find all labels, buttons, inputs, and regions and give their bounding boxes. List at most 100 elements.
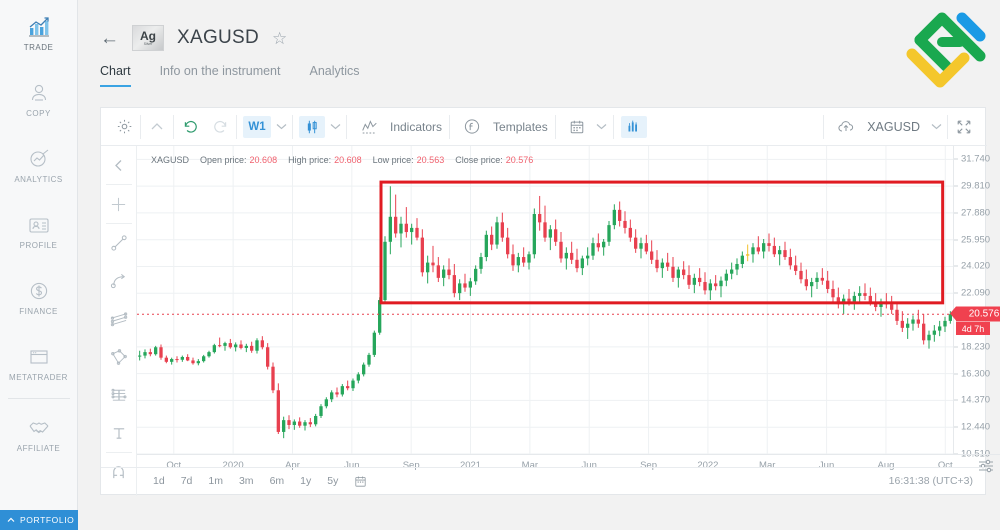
ohlc-open-label: Open price: bbox=[200, 155, 247, 165]
candlestick-plot[interactable] bbox=[137, 146, 953, 454]
toolbar-divider bbox=[449, 114, 451, 139]
portfolio-label: PORTFOLIO bbox=[20, 515, 75, 525]
price-tick-dash bbox=[954, 265, 958, 267]
star-outline-icon[interactable]: ☆ bbox=[272, 30, 287, 47]
ohlc-close-label: Close price: bbox=[455, 155, 503, 165]
sidebar-item-analytics[interactable]: ANALYTICS bbox=[0, 132, 78, 198]
range-option-1m[interactable]: 1m bbox=[200, 475, 231, 487]
ohlc-close: Close price: 20.576 bbox=[455, 155, 533, 165]
chart-panel: W1 Indicators Templates XAGUSD XAGUSD Op… bbox=[100, 107, 1000, 496]
sidebar-item-profile[interactable]: PROFILE bbox=[0, 198, 78, 264]
text-tool-icon[interactable] bbox=[101, 414, 137, 452]
sidebar-item-trade[interactable]: TRADE bbox=[0, 0, 78, 66]
price-tick-label: 22.090 bbox=[961, 287, 991, 299]
ohlc-low-value: 20.563 bbox=[416, 155, 445, 165]
tab-analytics[interactable]: Analytics bbox=[309, 64, 359, 87]
price-tick-label: 18.230 bbox=[961, 341, 991, 353]
main-sidebar: TRADE COPY ANALYTICS PROFILE FINANCE MET… bbox=[0, 0, 78, 530]
trading-platform-window: TRADE COPY ANALYTICS PROFILE FINANCE MET… bbox=[0, 0, 1000, 530]
sidebar-item-affiliate[interactable]: AFFILIATE bbox=[0, 401, 78, 467]
curve-arc-icon[interactable] bbox=[101, 262, 137, 300]
toolbar-divider bbox=[140, 114, 141, 139]
tab-info-on-the-instrument[interactable]: Info on the instrument bbox=[160, 64, 281, 87]
price-tick-dash bbox=[954, 346, 958, 348]
sidebar-divider bbox=[7, 398, 70, 399]
fibonacci-icon[interactable] bbox=[101, 376, 137, 414]
timeframe-selector[interactable]: W1 bbox=[243, 115, 271, 138]
chart-type-selector[interactable] bbox=[299, 115, 325, 138]
range-option-7d[interactable]: 7d bbox=[173, 475, 201, 487]
toolbar-right-group: XAGUSD bbox=[822, 114, 987, 140]
arrow-left-icon[interactable]: ← bbox=[100, 29, 119, 48]
price-tick-dash bbox=[954, 399, 958, 401]
ohlc-high: High price: 20.608 bbox=[288, 155, 362, 165]
ohlc-open: Open price: 20.608 bbox=[200, 155, 277, 165]
sidebar-item-copy[interactable]: COPY bbox=[0, 66, 78, 132]
price-tick-dash bbox=[954, 185, 958, 187]
ohlc-low: Low price: 20.563 bbox=[373, 155, 445, 165]
crosshair-icon[interactable] bbox=[101, 185, 137, 223]
chevron-left-icon[interactable] bbox=[101, 146, 137, 184]
price-tick-label: 25.950 bbox=[961, 234, 991, 246]
range-option-5y[interactable]: 5y bbox=[319, 475, 346, 487]
server-clock: 16:31:38 (UTC+3) bbox=[888, 475, 973, 487]
range-option-6m[interactable]: 6m bbox=[262, 475, 293, 487]
sidebar-item-label: COPY bbox=[26, 108, 51, 118]
sidebar-item-finance[interactable]: FINANCE bbox=[0, 264, 78, 330]
gear-icon[interactable] bbox=[109, 114, 139, 140]
chart-symbol-label[interactable]: XAGUSD bbox=[861, 120, 926, 134]
tab-chart[interactable]: Chart bbox=[100, 64, 131, 87]
collapse-toolbar-chevron-up-icon[interactable] bbox=[142, 114, 172, 140]
price-tick-label: 29.810 bbox=[961, 180, 991, 192]
undo-icon[interactable] bbox=[175, 114, 205, 140]
element-symbol: Ag bbox=[140, 28, 156, 43]
price-tick-label: 12.440 bbox=[961, 421, 991, 433]
silver-element-icon[interactable]: Ag Silver bbox=[132, 25, 164, 51]
price-axis[interactable]: 20.576 4d 7h 31.740 29.810 27.880 25.950 24.… bbox=[950, 146, 1000, 460]
calendar-chevron-down-icon[interactable] bbox=[592, 114, 612, 140]
timeframe-chevron-down-icon[interactable] bbox=[271, 114, 291, 140]
bar-countdown-label: 4d 7h bbox=[956, 322, 990, 336]
portfolio-bar[interactable]: PORTFOLIO bbox=[0, 510, 78, 530]
fullscreen-icon[interactable] bbox=[949, 114, 979, 140]
polygon-shape-icon[interactable] bbox=[101, 338, 137, 376]
volumes-button[interactable] bbox=[620, 115, 647, 138]
calendar-icon[interactable] bbox=[562, 114, 592, 140]
range-option-1y[interactable]: 1y bbox=[292, 475, 319, 487]
ohlc-open-value: 20.608 bbox=[249, 155, 278, 165]
sidebar-item-label: FINANCE bbox=[19, 306, 58, 316]
function-fx-icon bbox=[457, 114, 487, 140]
id-card-icon bbox=[26, 213, 52, 237]
ohlc-high-value: 20.608 bbox=[334, 155, 362, 165]
parallel-channel-icon[interactable] bbox=[101, 300, 137, 338]
toolbar-divider bbox=[292, 114, 293, 139]
ohlc-low-label: Low price: bbox=[372, 155, 414, 165]
indicators-button[interactable]: Indicators bbox=[354, 114, 448, 140]
sidebar-item-metatrader[interactable]: METATRADER bbox=[0, 330, 78, 396]
cloud-upload-icon[interactable] bbox=[831, 114, 861, 140]
handshake-icon bbox=[26, 416, 52, 440]
price-tick-dash bbox=[954, 292, 958, 294]
range-option-3m[interactable]: 3m bbox=[231, 475, 262, 487]
price-tick-label: 27.880 bbox=[961, 207, 991, 219]
chart-canvas-area[interactable]: XAGUSD Open price: 20.608 High price: 20… bbox=[137, 146, 1000, 496]
toolbar-divider bbox=[346, 114, 347, 139]
templates-label: Templates bbox=[493, 119, 548, 134]
bar-chart-icon bbox=[620, 115, 647, 138]
indicator-line-icon bbox=[354, 114, 384, 140]
symbol-chevron-down-icon[interactable] bbox=[926, 114, 946, 140]
chart-type-chevron-down-icon[interactable] bbox=[325, 114, 345, 140]
sidebar-item-label: METATRADER bbox=[9, 372, 68, 382]
header-tabs: Chart Info on the instrument Analytics bbox=[100, 64, 360, 87]
redo-icon[interactable] bbox=[205, 114, 235, 140]
toolbar-divider bbox=[612, 114, 614, 139]
drawing-toolbar bbox=[101, 146, 137, 496]
element-name: Silver bbox=[143, 41, 153, 46]
templates-button[interactable]: Templates bbox=[457, 114, 554, 140]
trendline-icon[interactable] bbox=[101, 224, 137, 262]
range-option-1d[interactable]: 1d bbox=[145, 475, 173, 487]
range-calendar-icon[interactable] bbox=[346, 475, 375, 488]
sidebar-item-label: TRADE bbox=[23, 42, 54, 52]
indicators-label: Indicators bbox=[390, 119, 443, 134]
page-title: XAGUSD bbox=[177, 27, 260, 48]
